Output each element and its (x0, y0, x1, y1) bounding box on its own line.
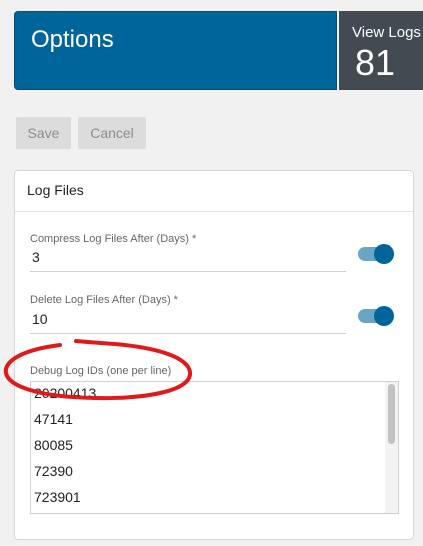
delete-toggle[interactable] (358, 306, 394, 326)
page-title: Options (31, 26, 114, 53)
log-files-card: Log Files Compress Log Files After (Days… (14, 170, 414, 540)
save-button[interactable]: Save (16, 117, 71, 149)
card-title: Log Files (15, 171, 413, 212)
debug-ids-textarea[interactable]: 20200413 47141 80085 72390 723901 (30, 381, 399, 514)
view-logs-tile[interactable]: View Logs 81 (339, 11, 423, 90)
debug-ids-lines: 20200413 47141 80085 72390 723901 (34, 382, 97, 510)
textarea-scrollbar[interactable] (385, 382, 398, 513)
delete-toggle-knob (374, 306, 394, 326)
debug-id-line: 47141 (34, 411, 73, 427)
debug-id-line: 20200413 (34, 385, 97, 401)
delete-days-label: Delete Log Files After (Days) * (30, 294, 178, 306)
debug-ids-label: Debug Log IDs (one per line) (30, 365, 172, 377)
logs-count: 81 (355, 42, 396, 83)
scrollbar-thumb[interactable] (388, 384, 395, 444)
delete-days-input[interactable] (30, 311, 346, 334)
compress-toggle-knob (374, 244, 394, 264)
debug-id-line: 80085 (34, 437, 73, 453)
debug-id-line: 72390 (34, 463, 73, 479)
view-logs-label: View Logs (352, 24, 421, 41)
debug-id-line: 723901 (34, 489, 81, 505)
cancel-button[interactable]: Cancel (78, 117, 146, 149)
header: Options View Logs 81 (14, 11, 423, 90)
options-page: Options View Logs 81 Save Cancel Log Fil… (0, 0, 423, 546)
title-tile: Options (14, 11, 337, 90)
compress-days-input[interactable] (30, 249, 346, 272)
compress-toggle[interactable] (358, 244, 394, 264)
compress-days-label: Compress Log Files After (Days) * (30, 233, 197, 245)
